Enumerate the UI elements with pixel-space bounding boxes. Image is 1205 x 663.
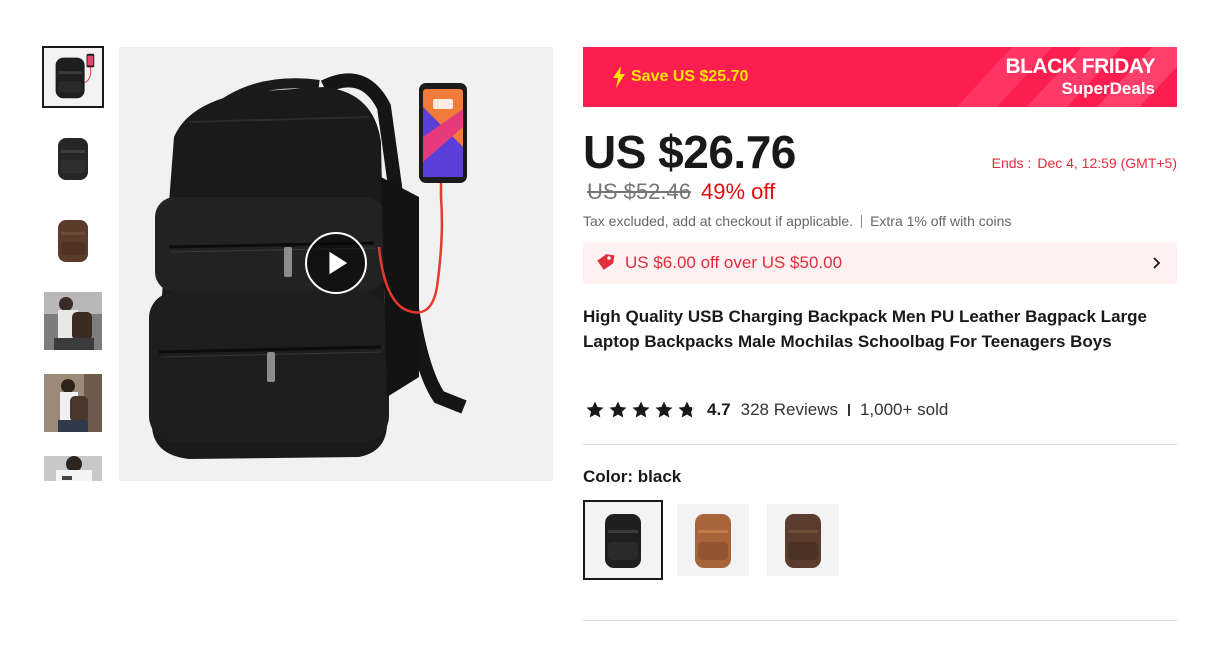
thumbnail-6[interactable] bbox=[44, 456, 102, 481]
swatch-coffee[interactable] bbox=[767, 504, 839, 576]
swatch-black[interactable] bbox=[583, 500, 663, 580]
ends-value: Dec 4, 12:59 (GMT+5) bbox=[1037, 155, 1177, 171]
event-title: BLACK FRIDAY bbox=[1005, 55, 1155, 78]
reviews-link[interactable]: 328 Reviews bbox=[741, 400, 838, 420]
deal-end-time: Ends : Dec 4, 12:59 (GMT+5) bbox=[992, 155, 1177, 171]
separator bbox=[861, 214, 863, 228]
thumbnail-list bbox=[42, 46, 104, 481]
play-icon bbox=[329, 251, 348, 275]
save-text: Save US $25.70 bbox=[631, 68, 749, 85]
star-rating bbox=[585, 400, 697, 420]
brown-backpack-image bbox=[677, 504, 749, 576]
star-icon bbox=[609, 401, 627, 418]
ends-label: Ends : bbox=[991, 155, 1032, 171]
coupon-offer[interactable]: US $6.00 off over US $50.00 bbox=[583, 242, 1177, 284]
thumbnail-3[interactable] bbox=[44, 210, 102, 268]
black-backpack-image bbox=[585, 502, 661, 578]
product-title: High Quality USB Charging Backpack Men P… bbox=[583, 307, 1147, 351]
save-amount: Save US $25.70 bbox=[611, 66, 748, 88]
star-icon bbox=[632, 401, 650, 418]
rating-score: 4.7 bbox=[707, 400, 731, 419]
price-comparison: US $52.46 49% off bbox=[587, 179, 775, 205]
divider bbox=[583, 620, 1177, 621]
product-info-panel: Save US $25.70 BLACK FRIDAY SuperDeals U… bbox=[583, 47, 1177, 621]
play-video-button[interactable] bbox=[305, 232, 367, 294]
star-half-icon bbox=[678, 401, 696, 418]
thumbnail-5[interactable] bbox=[44, 374, 102, 432]
color-label: Color: black bbox=[583, 467, 682, 486]
thumbnail-1[interactable] bbox=[42, 46, 104, 108]
rating-summary: 4.7 328 Reviews 1,000+ sold bbox=[583, 400, 948, 420]
tag-icon bbox=[597, 254, 615, 270]
tax-info: Tax excluded, add at checkout if applica… bbox=[583, 213, 1011, 229]
tax-note: Tax excluded, add at checkout if applica… bbox=[583, 213, 854, 229]
event-subtitle: SuperDeals bbox=[1061, 79, 1155, 98]
thumbnail-2[interactable] bbox=[44, 128, 102, 186]
current-price: US $26.76 bbox=[583, 126, 796, 178]
divider bbox=[583, 444, 1177, 445]
separator bbox=[847, 404, 850, 416]
swatch-brown[interactable] bbox=[677, 504, 749, 576]
coins-note[interactable]: Extra 1% off with coins bbox=[870, 213, 1011, 229]
coupon-text: US $6.00 off over US $50.00 bbox=[625, 253, 843, 272]
chevron-right-icon bbox=[1153, 257, 1161, 269]
black-friday-banner: Save US $25.70 BLACK FRIDAY SuperDeals bbox=[583, 47, 1177, 107]
star-icon bbox=[655, 401, 673, 418]
lightning-icon bbox=[613, 66, 625, 88]
coffee-backpack-image bbox=[767, 504, 839, 576]
star-icon bbox=[586, 401, 604, 418]
sold-count: 1,000+ sold bbox=[859, 400, 949, 419]
original-price: US $52.46 bbox=[587, 179, 691, 204]
thumbnail-4[interactable] bbox=[44, 292, 102, 350]
main-product-image[interactable] bbox=[119, 47, 553, 481]
discount-percent: 49% off bbox=[700, 179, 776, 204]
